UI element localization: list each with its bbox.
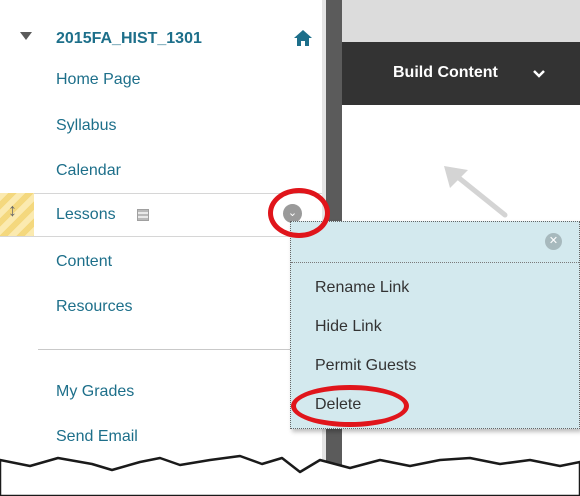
menu-item-permit-guests[interactable]: Permit Guests — [315, 357, 416, 375]
drag-arrow-icon: ↕ — [8, 200, 17, 220]
drag-handle[interactable] — [0, 193, 34, 236]
diagonal-arrow-icon — [444, 166, 508, 218]
context-menu-header — [291, 222, 579, 263]
menu-divider — [38, 349, 322, 350]
menu-link-calendar[interactable]: Calendar — [56, 162, 121, 180]
home-icon[interactable] — [293, 28, 313, 48]
menu-link-resources[interactable]: Resources — [56, 298, 132, 316]
menu-item-rename-link[interactable]: Rename Link — [315, 279, 409, 297]
menu-link-syllabus[interactable]: Syllabus — [56, 117, 116, 135]
chevron-down-icon[interactable] — [532, 67, 546, 81]
menu-link-content[interactable]: Content — [56, 253, 112, 271]
content-top-strip — [342, 0, 580, 42]
build-content-button[interactable]: Build Content — [393, 64, 498, 82]
course-title[interactable]: 2015FA_HIST_1301 — [56, 30, 202, 48]
collapse-triangle-icon[interactable] — [20, 32, 32, 40]
annotation-ellipse-delete — [291, 385, 409, 427]
torn-paper-edge — [0, 454, 580, 496]
empty-area-icon — [137, 209, 149, 221]
close-circle-icon[interactable]: ✕ — [545, 233, 562, 250]
annotation-ellipse-options — [268, 188, 330, 238]
menu-link-my-grades[interactable]: My Grades — [56, 383, 134, 401]
menu-link-home-page[interactable]: Home Page — [56, 71, 141, 89]
menu-item-hide-link[interactable]: Hide Link — [315, 318, 382, 336]
menu-link-lessons[interactable]: Lessons — [56, 206, 116, 224]
